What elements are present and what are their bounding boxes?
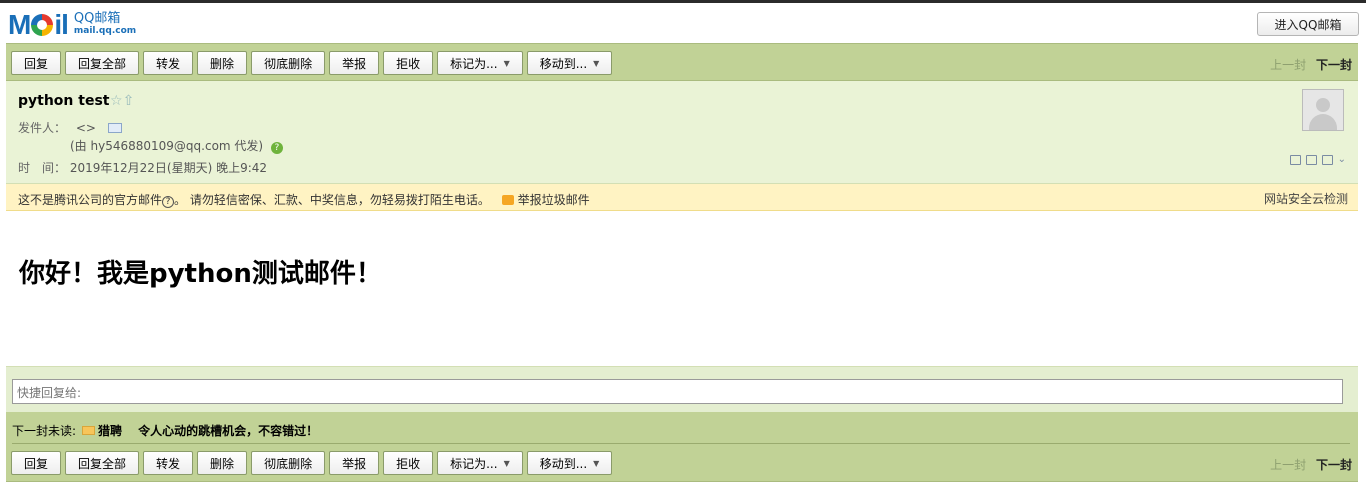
time-label: 时 间： [18, 161, 67, 175]
from-value[interactable]: <> [76, 121, 96, 135]
from-row: 发件人： <> [18, 119, 122, 136]
report-spam-link[interactable]: 举报垃圾邮件 [518, 193, 590, 207]
mail-header: python test ☆⇧ 发件人： <> (由 hy546880109@qq… [6, 81, 1358, 184]
reply-all-button[interactable]: 回复全部 [65, 451, 140, 475]
prev-mail-link[interactable]: 上一封 [1270, 458, 1306, 472]
reply-button[interactable]: 回复 [11, 451, 62, 475]
envelope-icon [82, 426, 96, 435]
header: Mil QQ邮箱 mail.qq.com 进入QQ邮箱 [0, 3, 1366, 43]
delete-permanent-button[interactable]: 彻底删除 [251, 51, 326, 75]
next-unread-label: 下一封未读: [12, 424, 77, 438]
mail-body-heading: 你好！我是python测试邮件！ [19, 259, 382, 289]
report-button[interactable]: 举报 [329, 451, 380, 475]
reply-all-button[interactable]: 回复全部 [65, 51, 140, 75]
move-to-dropdown[interactable]: 移动到... ▼ [526, 451, 613, 475]
next-unread-subject[interactable]: 令人心动的跳槽机会，不容错过！ [138, 424, 318, 438]
logo-cn-text: QQ邮箱 [73, 11, 121, 26]
report-spam-icon [501, 195, 514, 205]
mail-tools: ⌄ [1289, 155, 1346, 165]
download-icon[interactable] [1305, 155, 1317, 165]
report-button[interactable]: 举报 [329, 51, 380, 75]
next-mail-link[interactable]: 下一封 [1316, 458, 1352, 472]
mail-nav: 上一封 下一封 [1270, 56, 1352, 73]
warning-text: 这不是腾讯公司的官方邮件 [18, 193, 163, 207]
mail-nav: 上一封 下一封 [1270, 456, 1352, 473]
delete-permanent-button[interactable]: 彻底删除 [251, 451, 326, 475]
prev-mail-link[interactable]: 上一封 [1270, 58, 1306, 72]
caret-down-icon: ▼ [593, 58, 600, 68]
logo-domain-text: mail.qq.com [73, 26, 137, 36]
time-value: 2019年12月22日(星期天) 晚上9:42 [69, 161, 268, 175]
mail-body: 你好！我是python测试邮件！ [6, 211, 1358, 366]
chevron-down-icon[interactable]: ⌄ [1338, 155, 1346, 165]
top-toolbar: 回复 回复全部 转发 删除 彻底删除 举报 拒收 标记为... ▼ 移动到... ▼… [6, 43, 1358, 81]
time-row: 时 间： 2019年12月22日(星期天) 晚上9:42 [18, 159, 267, 176]
forward-button[interactable]: 转发 [143, 51, 194, 75]
via-row: (由 hy546880109@qq.com 代发) ? [70, 137, 283, 154]
reject-button[interactable]: 拒收 [383, 451, 434, 475]
note-icon[interactable] [1289, 155, 1301, 165]
mark-as-dropdown[interactable]: 标记为... ▼ [437, 451, 523, 475]
print-icon[interactable] [1321, 155, 1333, 165]
caret-down-icon: ▼ [593, 458, 600, 468]
up-arrow-icon[interactable]: ⇧ [123, 93, 135, 109]
delete-button[interactable]: 删除 [197, 51, 248, 75]
security-warning-bar: 这不是腾讯公司的官方邮件?。 请勿轻信密保、汇款、中奖信息，勿轻易拨打陌生电话。… [6, 184, 1358, 211]
from-label: 发件人： [18, 121, 67, 135]
enter-qq-mail-button[interactable]: 进入QQ邮箱 [1257, 12, 1359, 36]
question-icon[interactable]: ? [162, 196, 175, 208]
forward-button[interactable]: 转发 [143, 451, 194, 475]
reply-button[interactable]: 回复 [11, 51, 62, 75]
next-mail-link[interactable]: 下一封 [1316, 58, 1352, 72]
bottom-toolbar: 回复 回复全部 转发 删除 彻底删除 举报 拒收 标记为... ▼ 移动到... ▼… [6, 444, 1358, 482]
contact-card-icon[interactable] [107, 123, 122, 133]
move-to-dropdown[interactable]: 移动到... ▼ [526, 51, 613, 75]
next-unread-bar: 下一封未读: 猎聘 令人心动的跳槽机会，不容错过！ [6, 412, 1358, 444]
qq-mail-logo[interactable]: Mil QQ邮箱 mail.qq.com [8, 10, 136, 40]
next-unread-sender[interactable]: 猎聘 [98, 424, 122, 438]
mail-subject: python test [18, 93, 110, 109]
warning-text-2: 。 请勿轻信密保、汇款、中奖信息，勿轻易拨打陌生电话。 [174, 193, 490, 207]
caret-down-icon: ▼ [503, 458, 510, 468]
reject-button[interactable]: 拒收 [383, 51, 434, 75]
quick-reply-input[interactable] [12, 379, 1343, 404]
caret-down-icon: ▼ [503, 58, 510, 68]
quick-reply-area [6, 366, 1358, 412]
via-text: (由 hy546880109@qq.com 代发) [70, 139, 264, 153]
security-check-link[interactable]: 网站安全云检测 [1264, 190, 1348, 207]
delete-button[interactable]: 删除 [197, 451, 248, 475]
star-icon[interactable]: ☆ [110, 93, 123, 109]
avatar[interactable] [1302, 89, 1344, 131]
mark-as-dropdown[interactable]: 标记为... ▼ [437, 51, 523, 75]
logo-o-icon [31, 14, 54, 36]
help-icon[interactable]: ? [270, 142, 283, 154]
logo-wordmark: Mil [8, 9, 69, 40]
